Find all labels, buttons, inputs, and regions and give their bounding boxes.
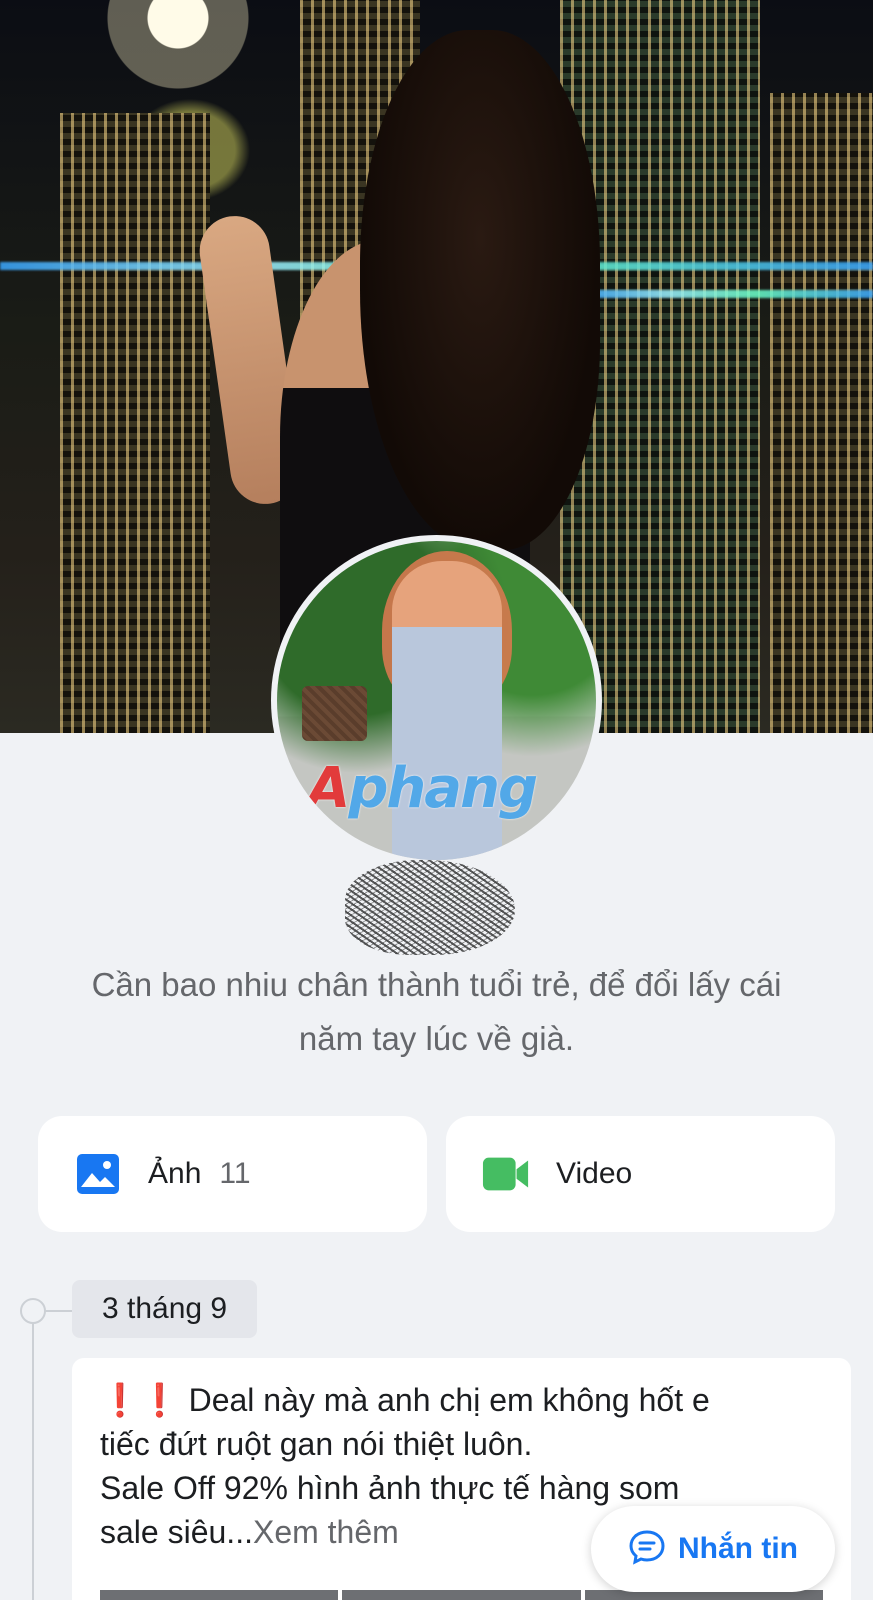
timeline-connector [44,1310,74,1312]
timeline-dot [20,1298,46,1324]
watermark-logo: Aphang [307,756,538,821]
avatar-handbag [302,686,367,741]
timeline-date: 3 tháng 9 [72,1280,258,1338]
bio-line: năm tay lúc về già. [298,1020,575,1057]
bio-line: Cần bao nhiu chân thành tuổi trẻ, để đổi… [91,966,782,1003]
post-line: tiếc đứt ruột gan nói thiệt luôn. [100,1426,533,1462]
post-line: Sale Off 92% hình ảnh thực tế hàng som [100,1470,680,1506]
profile-avatar[interactable]: Aphang [271,535,602,866]
see-more-link[interactable]: Xem thêm [253,1514,399,1550]
post-image-thumb[interactable] [100,1590,339,1600]
avatar-image: Aphang [277,541,596,860]
cover-building [60,113,210,733]
cover-person-hair [360,30,600,550]
profile-bio: Cần bao nhiu chân thành tuổi trẻ, để đổi… [40,958,833,1066]
photos-card[interactable]: Ảnh 11 [38,1116,427,1232]
video-camera-icon [482,1152,530,1196]
videos-label: Video [556,1157,633,1190]
cover-light-rail [580,290,873,298]
post-line: ❗❗ Deal này mà anh chị em không hốt e [100,1382,710,1418]
videos-card[interactable]: Video [446,1116,835,1232]
message-button[interactable]: Nhắn tin [591,1506,835,1592]
photos-label: Ảnh [148,1157,202,1190]
message-button-label: Nhắn tin [678,1532,798,1565]
timeline-line [32,1310,34,1600]
profile-name-redacted [345,860,515,955]
cover-building [770,93,873,733]
exclamation-icon: ❗❗ [100,1382,180,1418]
photos-count: 11 [219,1157,251,1190]
messenger-icon [628,1529,666,1570]
image-icon [74,1152,122,1196]
post-image-thumb[interactable] [342,1590,581,1600]
